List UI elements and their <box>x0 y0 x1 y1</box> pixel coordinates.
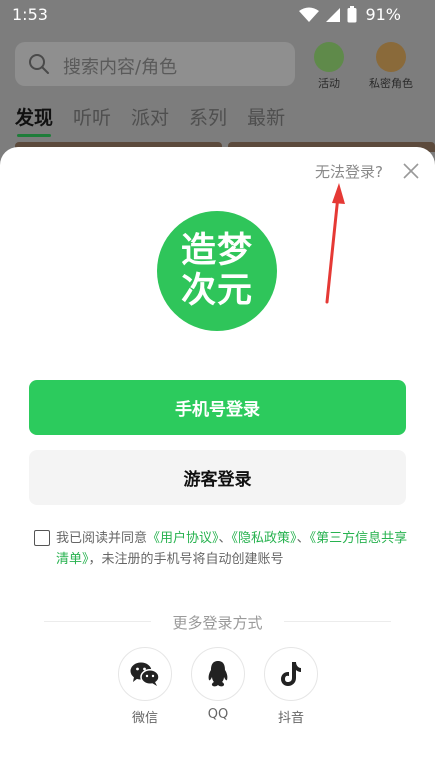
tab-discover[interactable]: 发现 <box>15 103 53 130</box>
active-tab-indicator <box>17 134 51 137</box>
app-logo: 造梦次元 <box>157 211 277 331</box>
search-placeholder: 搜索内容/角色 <box>63 57 178 78</box>
activity-button[interactable]: 活动 <box>298 42 360 91</box>
qq-label: QQ <box>207 707 229 722</box>
qq-login-button[interactable]: QQ <box>191 647 245 722</box>
douyin-icon <box>281 662 301 686</box>
qq-icon <box>208 661 228 687</box>
user-agreement-link[interactable]: 《用户协议》 <box>147 531 219 546</box>
activity-label: 活动 <box>318 77 340 90</box>
logo-text: 造梦次元 <box>180 231 253 311</box>
activity-icon <box>314 42 344 72</box>
agreement-separator: 、 <box>296 531 310 546</box>
douyin-login-button[interactable]: 抖音 <box>264 647 318 726</box>
close-icon[interactable] <box>401 161 421 181</box>
wechat-icon <box>130 662 160 686</box>
search-icon <box>29 54 49 74</box>
douyin-login-circle[interactable] <box>264 647 318 701</box>
guest-login-button[interactable]: 游客登录 <box>29 450 406 505</box>
signal-icon <box>326 7 341 22</box>
status-time: 1:53 <box>12 5 48 24</box>
wechat-login-circle[interactable] <box>118 647 172 701</box>
tab-party[interactable]: 派对 <box>131 103 169 130</box>
agreement-separator: 、 <box>218 531 232 546</box>
tab-listen[interactable]: 听听 <box>73 103 111 130</box>
qq-login-circle[interactable] <box>191 647 245 701</box>
tab-series[interactable]: 系列 <box>189 103 227 130</box>
wechat-login-button[interactable]: 微信 <box>118 647 172 726</box>
wifi-icon <box>299 7 320 22</box>
private-character-icon <box>376 42 406 72</box>
privacy-policy-link[interactable]: 《隐私政策》 <box>232 531 297 546</box>
battery-icon <box>347 6 357 23</box>
agreement-prefix: 我已阅读并同意 <box>56 531 148 546</box>
category-tabs: 发现 听听 派对 系列 最新 <box>15 103 285 130</box>
douyin-label: 抖音 <box>277 711 304 726</box>
tab-latest[interactable]: 最新 <box>247 103 285 130</box>
search-bar[interactable]: 搜索内容/角色 <box>15 42 295 86</box>
more-login-methods-label: 更多登录方式 <box>172 614 263 632</box>
battery-percent: 91% <box>365 5 401 24</box>
login-sheet: 无法登录? 造梦次元 手机号登录 游客登录 我已阅读并同意《用户协议》、《隐私政… <box>0 147 435 773</box>
status-icons: 91% <box>299 5 401 24</box>
agreement-checkbox[interactable] <box>34 530 50 546</box>
wechat-label: 微信 <box>131 711 158 726</box>
private-character-button[interactable]: 私密角色 <box>360 42 422 91</box>
agreement-text: 我已阅读并同意《用户协议》、《隐私政策》、《第三方信息共享清单》，未注册的手机号… <box>56 528 408 570</box>
cant-login-link[interactable]: 无法登录? <box>315 161 383 182</box>
agreement-suffix: ，未注册的手机号将自动创建账号 <box>88 552 284 567</box>
private-character-label: 私密角色 <box>369 77 413 90</box>
divider-right <box>284 621 391 622</box>
status-bar: 1:53 91% <box>0 0 435 32</box>
phone-login-button[interactable]: 手机号登录 <box>29 380 406 435</box>
